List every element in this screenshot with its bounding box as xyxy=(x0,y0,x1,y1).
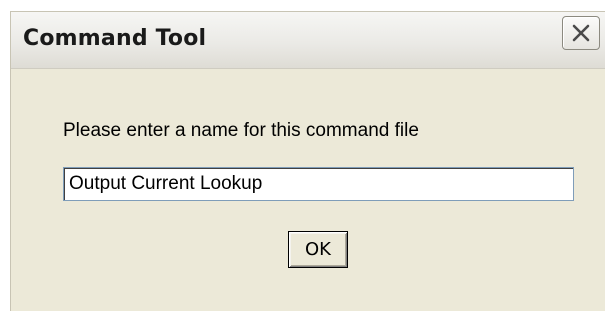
ok-button[interactable]: OK xyxy=(288,231,348,268)
command-file-name-input[interactable] xyxy=(63,167,574,201)
name-prompt-label: Please enter a name for this command fil… xyxy=(63,120,419,141)
command-tool-dialog: Command Tool Please enter a name for thi… xyxy=(10,11,605,311)
window-title: Command Tool xyxy=(23,26,207,51)
title-bar[interactable]: Command Tool xyxy=(11,12,605,69)
close-button[interactable] xyxy=(562,16,600,50)
close-icon xyxy=(572,24,590,42)
